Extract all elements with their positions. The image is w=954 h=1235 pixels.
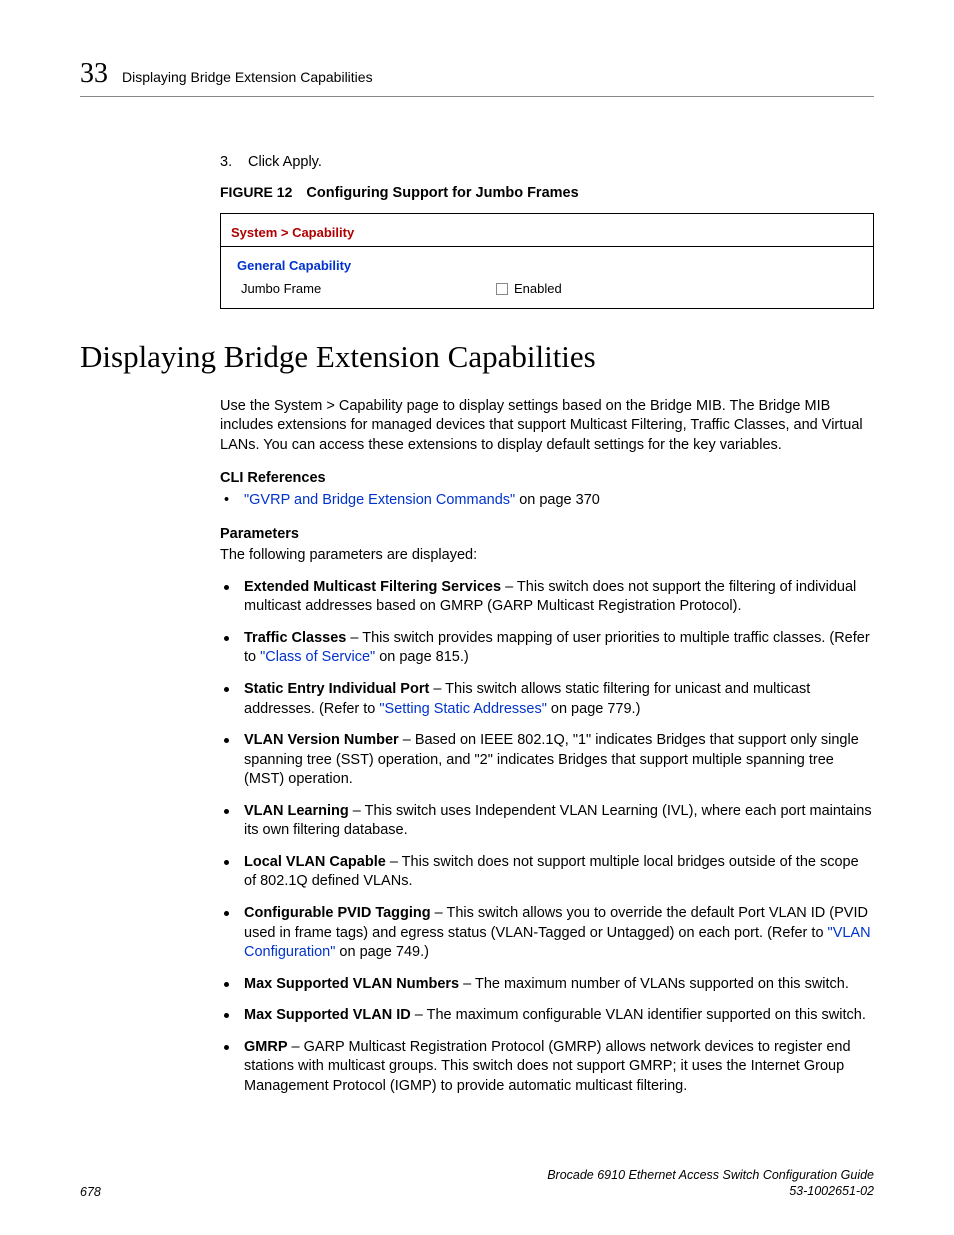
header-title: Displaying Bridge Extension Capabilities [122,69,373,85]
screenshot-section-title: General Capability [237,257,863,275]
parameter-item: VLAN Learning – This switch uses Indepen… [220,802,874,841]
screenshot-field-label: Jumbo Frame [237,280,496,298]
parameter-item: Extended Multicast Filtering Services – … [220,578,874,617]
parameter-item: Max Supported VLAN Numbers – The maximum… [220,975,874,995]
screenshot-breadcrumb: System > Capability [221,214,873,247]
parameter-name: Extended Multicast Filtering Services [244,579,501,595]
parameter-name: VLAN Learning [244,803,349,819]
intro-paragraph: Use the System > Capability page to disp… [220,397,874,456]
parameter-item: VLAN Version Number – Based on IEEE 802.… [220,731,874,790]
parameters-heading: Parameters [220,525,874,545]
figure-label: FIGURE 12 [220,184,292,200]
step-text: Click Apply. [248,153,322,173]
parameter-item: Configurable PVID Tagging – This switch … [220,904,874,963]
figure-caption-row: FIGURE 12 Configuring Support for Jumbo … [220,183,874,204]
figure-caption: Configuring Support for Jumbo Frames [306,185,578,201]
parameter-name: VLAN Version Number [244,732,399,748]
cli-references-heading: CLI References [220,469,874,489]
parameter-text: – The maximum configurable VLAN identifi… [411,1007,866,1023]
cli-reference-link[interactable]: "GVRP and Bridge Extension Commands" [244,492,515,508]
parameter-name: Max Supported VLAN ID [244,1007,411,1023]
parameter-item: Static Entry Individual Port – This swit… [220,680,874,719]
parameter-name: Traffic Classes [244,630,346,646]
page-header: 33 Displaying Bridge Extension Capabilit… [80,58,874,97]
parameter-item: Traffic Classes – This switch provides m… [220,629,874,668]
parameter-text-tail: on page 815.) [375,649,469,665]
step-item: 3. Click Apply. [220,153,874,173]
screenshot-check-label: Enabled [514,280,562,298]
parameters-list: Extended Multicast Filtering Services – … [220,578,874,1097]
footer-doc-title: Brocade 6910 Ethernet Access Switch Conf… [547,1168,874,1182]
parameter-text: – The maximum number of VLANs supported … [459,976,849,992]
figure-screenshot: System > Capability General Capability J… [220,213,874,309]
parameter-item: Local VLAN Capable – This switch does no… [220,853,874,892]
parameter-text-tail: on page 749.) [335,944,429,960]
parameter-name: Configurable PVID Tagging [244,905,431,921]
parameter-link[interactable]: "Setting Static Addresses" [379,701,546,717]
section-heading: Displaying Bridge Extension Capabilities [80,339,874,375]
parameter-name: Local VLAN Capable [244,854,386,870]
parameter-item: GMRP – GARP Multicast Registration Proto… [220,1038,874,1097]
cli-reference-item: "GVRP and Bridge Extension Commands" on … [220,491,874,511]
chapter-number: 33 [80,58,108,90]
jumbo-frame-checkbox[interactable] [496,283,508,295]
footer-page-number: 678 [80,1185,101,1199]
footer-doc-id: 53-1002651-02 [789,1184,874,1198]
parameter-name: Max Supported VLAN Numbers [244,976,459,992]
parameter-name: GMRP [244,1039,288,1055]
cli-reference-tail: on page 370 [515,492,600,508]
parameter-item: Max Supported VLAN ID – The maximum conf… [220,1006,874,1026]
parameters-intro: The following parameters are displayed: [220,546,874,566]
parameter-text-tail: on page 779.) [547,701,641,717]
parameter-name: Static Entry Individual Port [244,681,429,697]
parameter-link[interactable]: "Class of Service" [260,649,375,665]
page-footer: 678 Brocade 6910 Ethernet Access Switch … [80,1167,874,1200]
parameter-text: – GARP Multicast Registration Protocol (… [244,1039,851,1094]
step-number: 3. [220,153,232,173]
